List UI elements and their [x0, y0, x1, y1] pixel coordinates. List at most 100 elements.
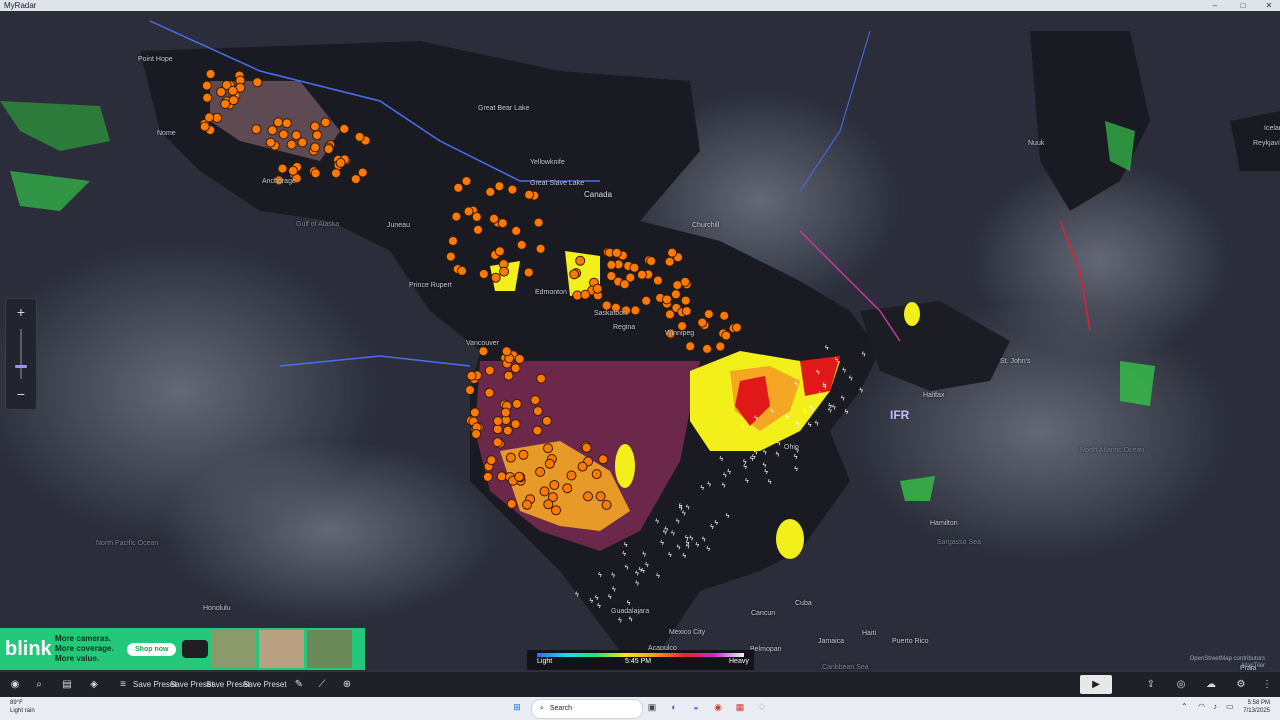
search-icon[interactable]: ⌕ — [31, 676, 47, 693]
lightning-marker: ϟ — [677, 544, 681, 551]
app-icon-1[interactable]: ◒ — [689, 700, 703, 714]
zoom-slider-thumb[interactable] — [15, 365, 27, 368]
wildfire-marker — [494, 246, 505, 257]
minimize-button[interactable]: – — [1204, 0, 1226, 11]
wildfire-marker — [507, 184, 518, 195]
wildfire-marker — [516, 239, 527, 250]
zoom-out-button[interactable]: − — [6, 383, 36, 405]
wildfire-marker — [535, 466, 546, 477]
wildfire-marker — [492, 416, 503, 427]
location-icon[interactable]: ◉ — [7, 676, 23, 693]
lightning-marker: ϟ — [785, 414, 789, 421]
wildfire-marker — [518, 449, 529, 460]
ad-shop-now-button[interactable]: Shop now — [127, 642, 177, 656]
taskbar-weather[interactable]: 89°F Light rain — [10, 699, 35, 715]
lightning-marker: ϟ — [618, 618, 622, 625]
task-view-icon[interactable]: ▣ — [645, 700, 659, 714]
ad-copy: More cameras. More coverage. More value. — [55, 634, 114, 663]
close-button[interactable]: ✕ — [1258, 0, 1280, 11]
wildfire-marker — [503, 370, 514, 381]
lightning-marker: ϟ — [832, 405, 836, 412]
wildfire-marker — [251, 124, 262, 135]
search-glass-icon: ⌕ — [540, 705, 544, 712]
tray-chevron-icon[interactable]: ⌃ — [1181, 702, 1188, 711]
menu-icon[interactable]: ≡ — [115, 676, 131, 693]
draw-icon[interactable]: ✎ — [291, 676, 307, 693]
lightning-marker: ϟ — [589, 598, 593, 605]
wildfire-marker — [539, 486, 550, 497]
crosshair-icon[interactable]: ⊕ — [339, 676, 355, 693]
wildfire-marker — [335, 157, 346, 168]
zoom-in-button[interactable]: + — [6, 301, 36, 323]
lightning-marker: ϟ — [635, 580, 639, 587]
wildfire-marker — [485, 186, 496, 197]
zoom-slider-track[interactable] — [20, 329, 22, 379]
wildfire-marker — [201, 80, 212, 91]
start-icon[interactable]: ⊞ — [510, 700, 524, 714]
battery-icon[interactable]: ▭ — [1226, 702, 1234, 711]
lightning-marker: ϟ — [776, 452, 780, 459]
zoom-control: + − — [5, 298, 37, 410]
lightning-marker: ϟ — [682, 553, 686, 560]
lightning-marker: ϟ — [686, 504, 690, 511]
ad-banner[interactable]: blink More cameras. More coverage. More … — [0, 628, 365, 670]
wildfire-marker — [715, 341, 726, 352]
edge-icon[interactable]: ◐ — [667, 700, 681, 714]
lightning-marker: ϟ — [809, 405, 813, 412]
wildfire-marker — [466, 370, 477, 381]
weather-icon[interactable]: ☁ — [1203, 676, 1219, 693]
taskbar-clock[interactable]: 5:58 PM 7/13/2025 — [1240, 699, 1270, 715]
lightning-marker: ϟ — [714, 520, 718, 527]
place-label: Caribbean Sea — [822, 664, 869, 671]
legend-light-label: Light — [537, 658, 553, 665]
wildfire-marker — [478, 269, 489, 279]
legend-gradient — [537, 653, 744, 657]
wildfire-marker — [681, 306, 692, 317]
save-preset-4[interactable]: Save Preset — [243, 676, 287, 693]
wildfire-marker — [606, 259, 617, 270]
wildfire-marker — [463, 206, 474, 217]
lightning-marker: ϟ — [794, 454, 798, 461]
settings-gear-icon[interactable]: ⚙ — [1233, 676, 1249, 693]
wildfire-marker — [601, 300, 612, 311]
lightning-marker: ϟ — [741, 423, 745, 430]
radar-map[interactable]: ϟϟϟϟϟϟϟϟϟϟϟϟϟϟϟϟϟϟϟϟϟϟϟϟϟϟϟϟϟϟϟϟϟϟϟϟϟϟϟϟ… — [0, 11, 1280, 671]
myradar-taskbar-icon[interactable]: ▦ — [733, 700, 747, 714]
bottom-toolbar: ◉ ⌕ ▤ ◈ ≡ Save Preset Save Preset Save P… — [0, 671, 1280, 697]
place-label: Point Hope — [138, 56, 173, 63]
lightning-marker: ϟ — [828, 407, 832, 414]
wildfire-marker — [541, 415, 552, 426]
wildfire-marker — [484, 365, 495, 376]
map-attribution[interactable]: OpenStreetMap contributors MapTiler — [1190, 656, 1265, 670]
taskbar-search-input[interactable]: ⌕ Search — [531, 699, 643, 719]
wildfire-marker — [619, 279, 630, 290]
camera-icon[interactable]: ◎ — [1173, 676, 1189, 693]
place-label: St. John's — [1000, 358, 1031, 365]
wifi-icon[interactable]: ◠ — [1198, 702, 1205, 711]
lightning-marker: ϟ — [622, 551, 626, 558]
wildfire-marker — [535, 243, 546, 254]
lightning-marker: ϟ — [768, 479, 772, 486]
chrome-icon[interactable]: ◉ — [711, 700, 725, 714]
layers-icon[interactable]: ◈ — [86, 676, 102, 693]
wildfire-marker — [205, 69, 216, 79]
wildfire-marker — [469, 407, 480, 418]
wildfire-marker — [499, 266, 509, 277]
map-icon[interactable]: ▤ — [59, 676, 75, 693]
wildfire-marker — [281, 118, 292, 129]
app-icon-2[interactable]: ♢ — [755, 700, 769, 714]
lightning-marker: ϟ — [624, 542, 628, 549]
wildfire-marker — [489, 213, 499, 224]
volume-icon[interactable]: ♪ — [1213, 702, 1217, 711]
more-icon[interactable]: ⋮ — [1259, 676, 1275, 693]
wildfire-marker — [310, 121, 320, 132]
place-label: Anchorage — [262, 178, 296, 185]
wildfire-marker — [473, 224, 483, 235]
wildfire-marker — [471, 211, 482, 222]
ruler-icon[interactable]: ⟋ — [314, 676, 330, 693]
maximize-button[interactable]: □ — [1232, 0, 1254, 11]
play-animation-button[interactable]: ▶ — [1080, 675, 1112, 694]
lightning-marker: ϟ — [627, 600, 631, 607]
share-icon[interactable]: ⇪ — [1143, 676, 1159, 693]
wildfire-marker — [514, 354, 525, 364]
